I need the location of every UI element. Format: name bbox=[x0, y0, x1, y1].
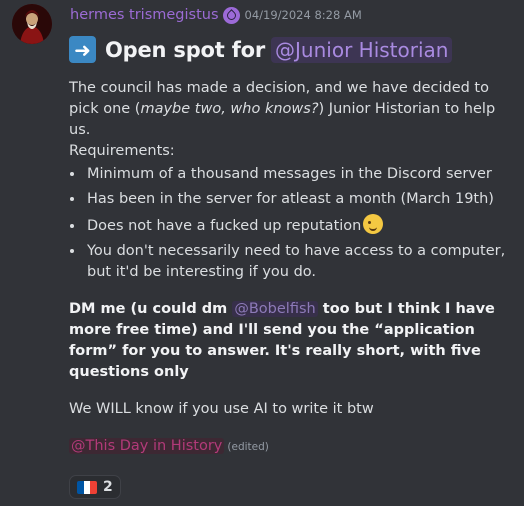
user-mention-bobelfish[interactable]: @Bobelfish bbox=[232, 301, 318, 317]
dm-paragraph: DM me (u could dm @Bobelfish too but I t… bbox=[69, 299, 519, 383]
message-header: hermes trismegistus 04/19/2024 8:28 AM bbox=[70, 4, 362, 26]
list-item-text: Minimum of a thousand messages in the Di… bbox=[87, 166, 492, 182]
intro-italic: maybe two, who knows? bbox=[140, 101, 319, 117]
reaction-button[interactable]: 2 bbox=[69, 475, 121, 499]
intro-paragraph: The council has made a decision, and we … bbox=[69, 78, 519, 141]
ai-warning-text: We WILL know if you use AI to write it b… bbox=[69, 401, 374, 417]
message-content: The council has made a decision, and we … bbox=[69, 78, 519, 458]
edited-label: (edited) bbox=[227, 441, 269, 453]
role-mention-junior-historian[interactable]: @Junior Historian bbox=[271, 36, 453, 63]
list-item-text: Has been in the server for atleast a mon… bbox=[87, 191, 494, 207]
footer-line: @This Day in History (edited) bbox=[69, 436, 519, 458]
heading-text: Open spot for bbox=[105, 37, 266, 62]
avatar[interactable] bbox=[12, 4, 52, 44]
timestamp: 04/19/2024 8:28 AM bbox=[244, 8, 362, 22]
requirements-label: Requirements: bbox=[69, 143, 175, 159]
role-mention-this-day-in-history[interactable]: @This Day in History bbox=[69, 438, 225, 454]
french-flag-icon bbox=[77, 480, 97, 494]
list-item: Minimum of a thousand messages in the Di… bbox=[85, 164, 519, 185]
message-heading: ➜ Open spot for @Junior Historian bbox=[69, 36, 453, 63]
list-item-text: You don't necessarily need to have acces… bbox=[87, 243, 506, 280]
dm-text-1: DM me (u could dm bbox=[69, 301, 228, 317]
chat-message: hermes trismegistus 04/19/2024 8:28 AM ➜… bbox=[0, 0, 524, 506]
reaction-count: 2 bbox=[103, 479, 113, 495]
list-item-text: Does not have a fucked up reputation bbox=[87, 218, 362, 234]
list-item: Does not have a fucked up reputation bbox=[85, 214, 519, 237]
list-item: Has been in the server for atleast a mon… bbox=[85, 189, 519, 210]
list-item: You don't necessarily need to have acces… bbox=[85, 241, 519, 283]
role-icon[interactable] bbox=[222, 6, 240, 24]
username[interactable]: hermes trismegistus bbox=[70, 7, 219, 23]
requirements-list: Minimum of a thousand messages in the Di… bbox=[69, 164, 519, 283]
wink-emoji-icon bbox=[363, 214, 384, 234]
right-arrow-icon: ➜ bbox=[69, 36, 96, 63]
